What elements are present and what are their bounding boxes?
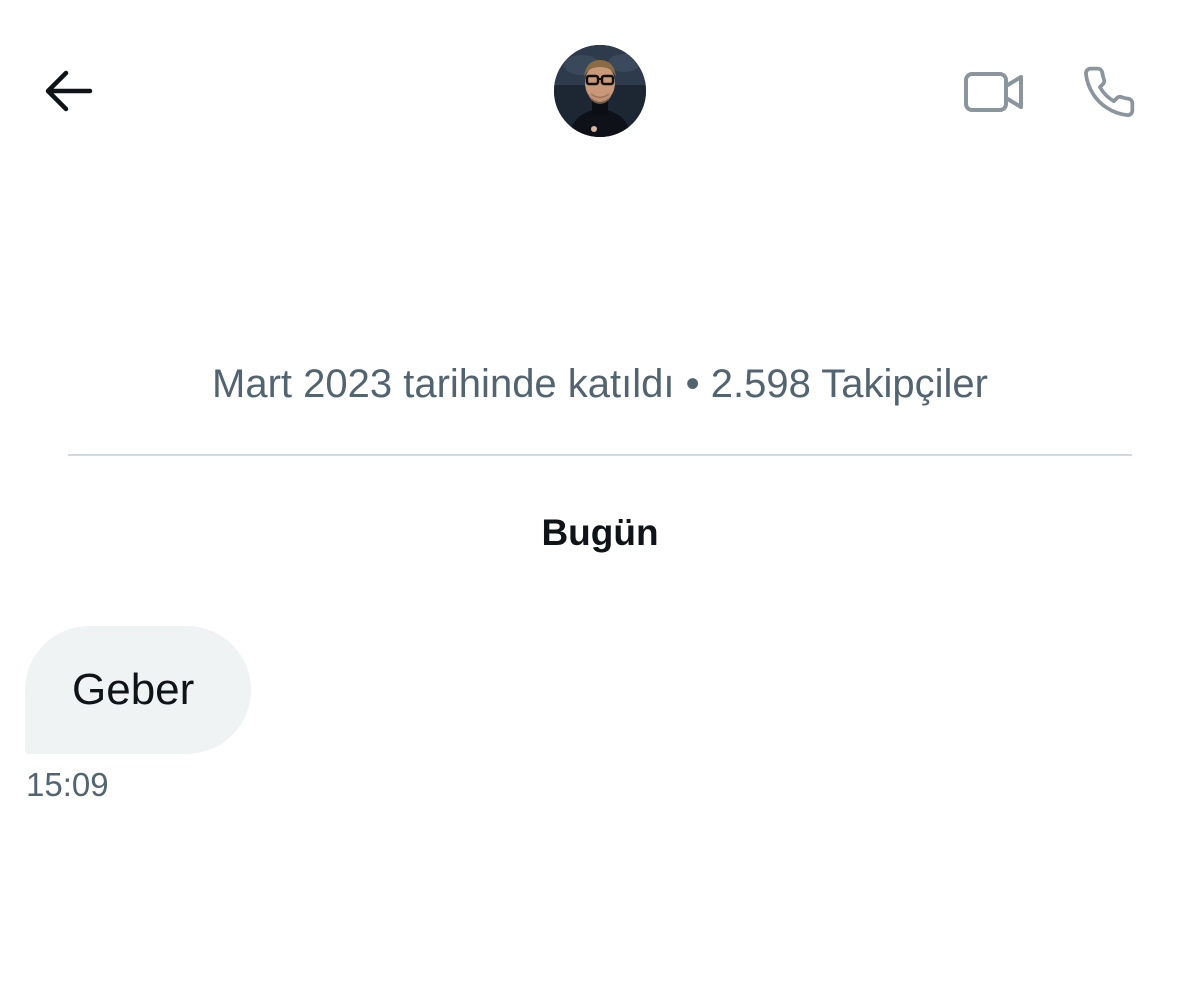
message-bubble[interactable]: Geber — [25, 626, 251, 754]
divider — [68, 454, 1132, 456]
avatar[interactable] — [554, 45, 646, 137]
voice-call-button[interactable] — [1078, 62, 1140, 122]
conversation-header — [0, 0, 1200, 180]
day-separator: Bugün — [541, 512, 659, 553]
phone-icon — [1084, 66, 1135, 118]
message-text: Geber — [72, 665, 195, 714]
message-timestamp: 15:09 — [26, 766, 109, 803]
profile-photo — [554, 45, 646, 137]
arrow-left-icon — [45, 70, 93, 112]
video-camera-icon — [964, 72, 1023, 112]
video-call-button[interactable] — [960, 64, 1028, 120]
back-button[interactable] — [36, 62, 100, 120]
profile-joined-followers: Mart 2023 tarihinde katıldı • 2.598 Taki… — [212, 362, 988, 406]
